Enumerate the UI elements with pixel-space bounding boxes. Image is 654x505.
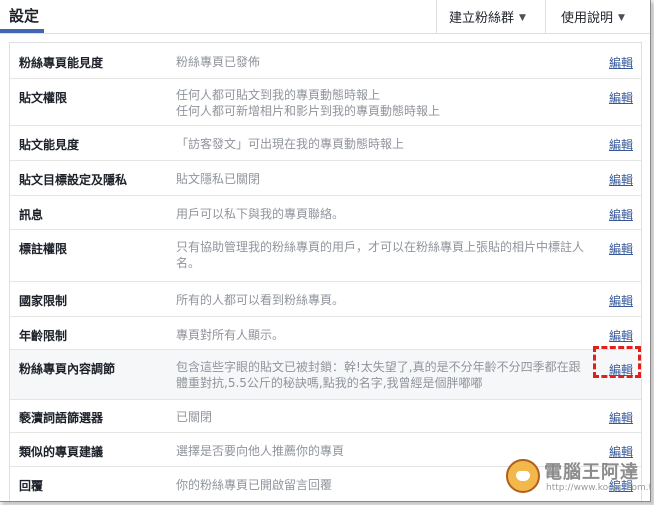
mascot-logo-icon <box>506 459 540 493</box>
row-label: 標註權限 <box>19 242 68 256</box>
row-description: 用戶可以私下與我的專頁聯絡。 <box>176 207 345 221</box>
row-description: 專頁對所有人顯示。 <box>176 328 285 342</box>
row-label: 國家限制 <box>19 294 68 308</box>
row-description: 「訪客發文」可出現在我的專頁動態時報上 <box>176 137 405 151</box>
settings-row-tagging-permission: 標註權限 只有協助管理我的粉絲專頁的用戶，才可以在粉絲專頁上張貼的相片中標註人名… <box>10 230 641 282</box>
edit-link[interactable]: 編輯 <box>609 206 633 223</box>
top-bar: 設定 建立粉絲群 ▼ 使用說明 ▼ <box>0 0 650 34</box>
settings-window: 設定 建立粉絲群 ▼ 使用說明 ▼ 粉絲專頁能見度 粉絲專頁已發佈 編輯 貼文權限 … <box>0 0 651 502</box>
settings-row-post-targeting-privacy: 貼文目標設定及隱私 貼文隱私已關閉 編輯 <box>10 161 641 196</box>
edit-link[interactable]: 編輯 <box>609 89 633 106</box>
row-label: 粉絲專頁能見度 <box>19 56 104 70</box>
toolbar-divider <box>545 0 546 33</box>
row-label: 粉絲專頁內容調節 <box>19 362 116 376</box>
create-group-label: 建立粉絲群 <box>449 11 515 26</box>
edit-link[interactable]: 編輯 <box>609 240 633 257</box>
row-label: 回覆 <box>19 479 44 493</box>
edit-link[interactable]: 編輯 <box>609 409 633 426</box>
row-label: 褻瀆詞語篩選器 <box>19 411 104 425</box>
edit-link[interactable]: 編輯 <box>609 171 633 188</box>
chevron-down-icon: ▼ <box>618 13 625 23</box>
settings-list: 粉絲專頁能見度 粉絲專頁已發佈 編輯 貼文權限 任何人都可貼文到我的專頁動態時報… <box>9 42 642 501</box>
row-label: 類似的專頁建議 <box>19 445 104 459</box>
settings-row-post-visibility: 貼文能見度 「訪客發文」可出現在我的專頁動態時報上 編輯 <box>10 126 641 161</box>
row-label: 貼文能見度 <box>19 138 80 152</box>
site-watermark: 電腦王阿達 http://www.kocpc.com.tw <box>506 455 650 499</box>
help-label: 使用說明 <box>561 11 614 26</box>
row-description: 粉絲專頁已發佈 <box>176 55 261 69</box>
row-label: 訊息 <box>19 208 44 222</box>
settings-row-posting-permission: 貼文權限 任何人都可貼文到我的專頁動態時報上 任何人都可新增相片和影片到我的專頁… <box>10 79 641 126</box>
edit-link[interactable]: 編輯 <box>609 327 633 344</box>
create-group-button[interactable]: 建立粉絲群 ▼ <box>449 7 526 26</box>
row-description: 只有協助管理我的粉絲專頁的用戶，才可以在粉絲專頁上張貼的相片中標註人名。 <box>176 240 585 270</box>
mascot-face-icon <box>516 471 530 481</box>
chevron-down-icon: ▼ <box>519 13 526 23</box>
row-label: 貼文權限 <box>19 91 68 105</box>
row-description: 已關閉 <box>176 410 213 424</box>
settings-row-age-restrictions: 年齡限制 專頁對所有人顯示。 編輯 <box>10 317 641 350</box>
watermark-url: http://www.kocpc.com.tw <box>546 483 651 493</box>
settings-row-page-visibility: 粉絲專頁能見度 粉絲專頁已發佈 編輯 <box>10 43 641 79</box>
toolbar-divider <box>436 0 437 33</box>
row-description: 任何人都可貼文到我的專頁動態時報上 任何人都可新增相片和影片到我的專頁動態時報上 <box>176 88 441 118</box>
edit-link[interactable]: 編輯 <box>609 136 633 153</box>
help-button[interactable]: 使用說明 ▼ <box>561 7 625 26</box>
active-tab-indicator <box>0 29 44 33</box>
edit-link[interactable]: 編輯 <box>609 292 633 309</box>
row-description: 所有的人都可以看到粉絲專頁。 <box>176 293 345 307</box>
settings-row-profanity-filter: 褻瀆詞語篩選器 已關閉 編輯 <box>10 400 641 433</box>
row-label: 貼文目標設定及隱私 <box>19 173 128 187</box>
watermark-title: 電腦王阿達 <box>544 462 639 483</box>
row-description: 包含這些字眼的貼文已被封鎖：幹!太失望了,真的是不分年齡不分四季都在跟體重對抗,… <box>176 360 581 390</box>
row-description: 貼文隱私已關閉 <box>176 172 261 186</box>
highlight-annotation-box <box>593 346 641 378</box>
row-label: 年齡限制 <box>19 329 68 343</box>
edit-link[interactable]: 編輯 <box>609 54 633 71</box>
settings-row-country-restrictions: 國家限制 所有的人都可以看到粉絲專頁。 編輯 <box>10 282 641 317</box>
settings-row-page-moderation: 粉絲專頁內容調節 包含這些字眼的貼文已被封鎖：幹!太失望了,真的是不分年齡不分四… <box>10 350 641 400</box>
page-title: 設定 <box>9 7 40 25</box>
settings-row-messages: 訊息 用戶可以私下與我的專頁聯絡。 編輯 <box>10 196 641 230</box>
